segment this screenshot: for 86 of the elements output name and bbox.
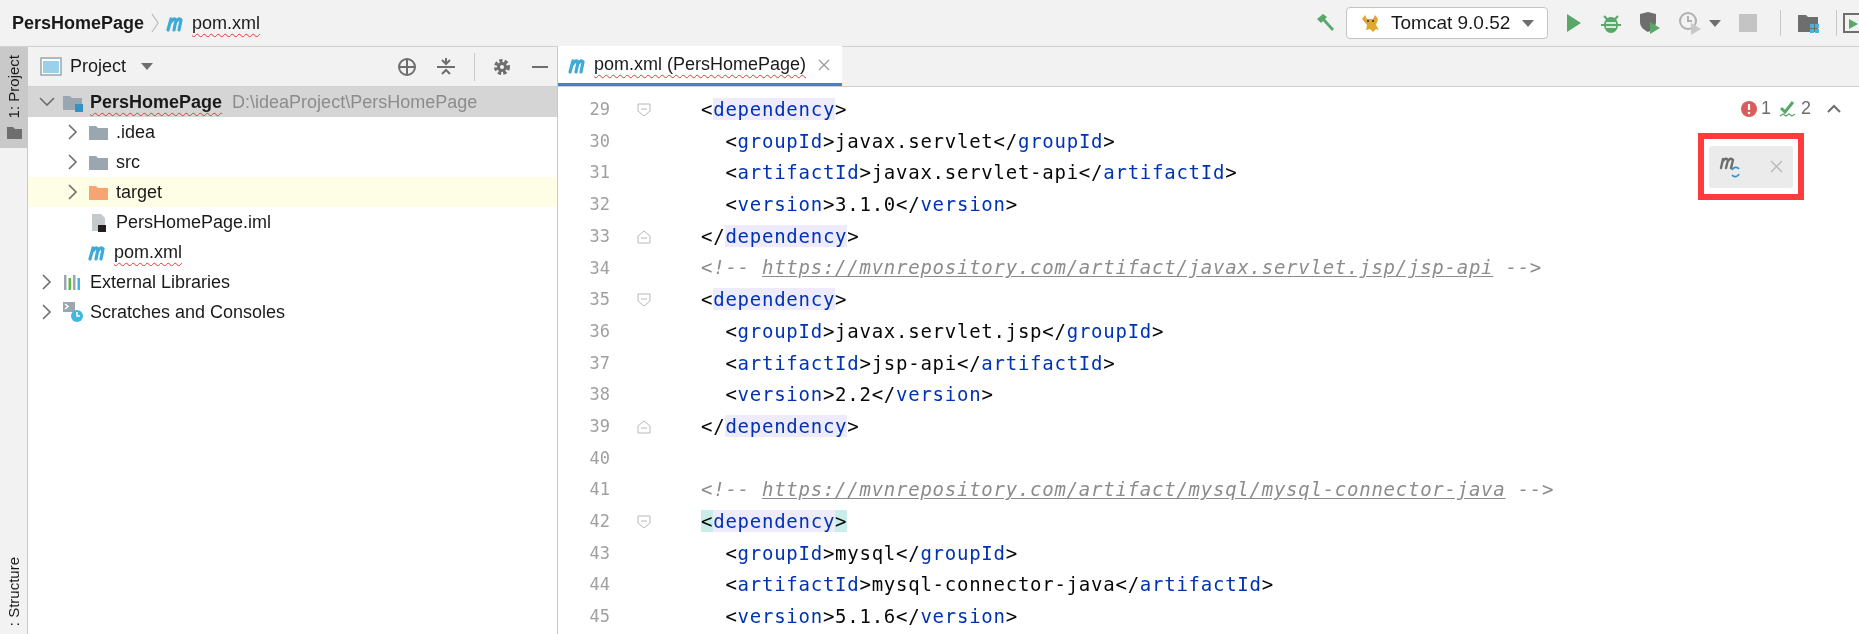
tool-window-tab[interactable]: : Structure [0,548,28,634]
chevron-up-icon[interactable] [1827,103,1841,114]
tree-item[interactable]: Scratches and Consoles [28,297,557,327]
tree-item-label: PersHomePage [90,90,223,114]
line-number: 44 [588,573,610,597]
line-number: 33 [588,224,610,248]
tree-item[interactable]: PersHomePage D:\ideaProject\PersHomePage [28,87,557,117]
run-window-icon[interactable] [1843,12,1859,34]
code-line: <groupId>javax.servlet</groupId> [724,128,1116,154]
error-icon [1740,100,1757,117]
line-number: 40 [588,446,610,470]
minimize-icon[interactable] [531,64,549,69]
line-number: 35 [588,288,610,312]
code-line: <version>2.2</version> [724,382,994,408]
coverage-icon[interactable] [1638,11,1662,35]
code-line: <groupId>mysql</groupId> [724,540,1018,566]
console-clock-icon [62,301,84,323]
breadcrumb-item[interactable]: PersHomePage [12,9,145,37]
chevron-right-icon[interactable] [68,124,78,140]
close-icon[interactable] [818,58,831,71]
line-number: 36 [588,319,610,343]
inspection-counter[interactable]: 1 [1740,95,1771,122]
tree-item[interactable]: target [28,177,557,207]
line-number: 43 [588,541,610,565]
check-icon [1779,99,1797,118]
line-number: 38 [588,383,610,407]
code-line: <version>3.1.0</version> [724,192,1018,218]
chevron-right-icon[interactable] [68,184,78,200]
project-path: D:\ideaProject\PersHomePage [232,90,478,114]
line-number: 41 [588,478,610,502]
code-comment: <!-- [701,255,751,281]
tree-item[interactable]: PersHomePage.iml [28,207,557,237]
caret-icon[interactable] [1708,18,1722,28]
folder-icon [5,124,23,141]
tree-item-label: Scratches and Consoles [90,300,286,324]
tree-item-label: src [116,150,140,174]
editor-tab[interactable]: pom.xml (PersHomePage) [558,46,843,86]
code-line: <groupId>javax.servlet.jsp</groupId> [724,318,1165,344]
chevron-right-icon[interactable] [42,304,52,320]
code-line: <version>5.1.6</version> [724,604,1018,629]
code-line: <dependency> [701,287,848,313]
tool-window-tab[interactable]: 1: Project [0,47,28,149]
inspection-counter[interactable]: 2 [1779,95,1811,122]
debug-icon[interactable] [1600,12,1622,34]
code-line: <artifactId>jsp-api</artifactId> [724,350,1116,376]
tree-item-label: pom.xml [114,240,182,264]
tree-item-label: .idea [116,120,156,144]
code-line: </dependency> [701,413,860,439]
tree-item[interactable]: External Libraries [28,267,557,297]
code-comment: --> [1504,255,1543,281]
code-comment: <!-- [701,477,751,503]
tree-item[interactable]: src [28,147,557,177]
tree-item[interactable]: pom.xml [28,237,557,267]
line-number: 39 [588,414,610,438]
line-number: 29 [588,98,610,122]
line-number: 31 [588,161,610,185]
code-line: <artifactId>mysql-connector-java</artifactId> [724,572,1274,598]
project-view-dropdown[interactable]: Project [70,53,155,80]
tree-item[interactable]: .idea [28,117,557,147]
tree-item-label: target [116,180,163,204]
breadcrumb-item[interactable]: pom.xml [192,9,261,37]
line-number: 30 [588,129,610,153]
file-type-icon [88,243,108,261]
code-line: <artifactId>javax.servlet-api</artifactId> [724,160,1238,186]
locate-icon[interactable] [396,55,418,78]
chevron-right-icon[interactable] [42,274,52,290]
code-line: <dependency> [701,508,848,534]
run-configuration-dropdown[interactable]: Tomcat 9.0.52 [1346,7,1548,39]
caret-icon [140,62,155,71]
tree-item-label: External Libraries [90,270,231,294]
project-structure-icon[interactable] [1797,12,1820,34]
chevron-down-icon[interactable] [39,97,55,107]
line-number: 42 [588,510,610,534]
code-line: <dependency> [701,97,848,122]
line-number: 34 [588,256,610,280]
caret-icon [1521,18,1535,28]
code-comment: --> [1516,477,1555,503]
breadcrumb-separator-icon [150,12,161,34]
line-number: 37 [588,351,610,375]
tree-item-label: PersHomePage.iml [116,210,272,234]
chevron-right-icon[interactable] [68,154,78,170]
line-number: 45 [588,605,610,629]
code-line: </dependency> [701,223,860,249]
project-view-icon [40,56,62,77]
line-number: 32 [588,193,610,217]
collapse-all-icon[interactable] [436,56,456,77]
